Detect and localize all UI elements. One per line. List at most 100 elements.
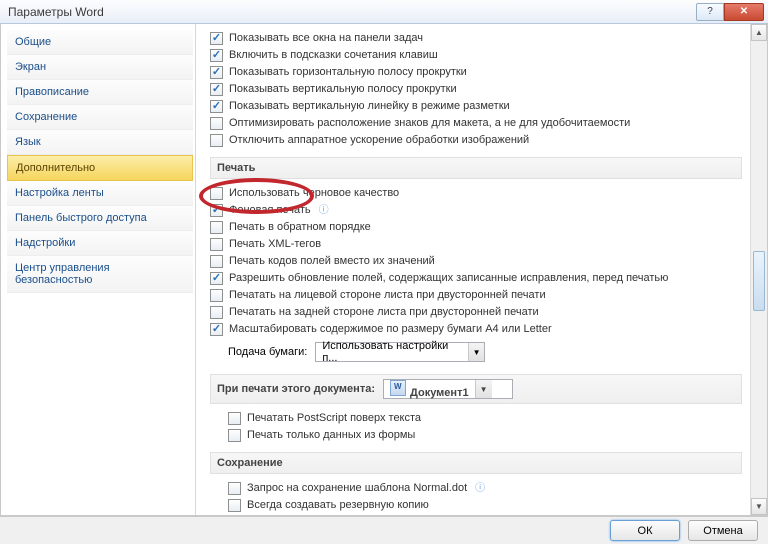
checkbox[interactable] xyxy=(210,117,223,130)
window-title: Параметры Word xyxy=(8,5,696,19)
checkbox[interactable] xyxy=(210,238,223,251)
checkbox-label: Оптимизировать расположение знаков для м… xyxy=(229,116,630,131)
section-save: Сохранение xyxy=(210,452,742,474)
checkbox-label: Масштабировать содержимое по размеру бум… xyxy=(229,322,552,337)
save-option: Всегда создавать резервную копию xyxy=(228,497,742,514)
checkbox-label: Использовать черновое качество xyxy=(229,186,399,201)
checkbox[interactable] xyxy=(210,32,223,45)
print-option: Разрешить обновление полей, содержащих з… xyxy=(210,270,742,287)
checkbox[interactable] xyxy=(210,221,223,234)
section-save-label: Сохранение xyxy=(217,457,283,469)
checkbox-label: Печать в обратном порядке xyxy=(229,220,371,235)
paper-feed-label: Подача бумаги: xyxy=(228,346,307,358)
section-print-doc: При печати этого документа: Документ1 ▼ xyxy=(210,374,742,404)
checkbox[interactable] xyxy=(210,100,223,113)
checkbox[interactable] xyxy=(210,66,223,79)
checkbox[interactable] xyxy=(210,49,223,62)
checkbox[interactable] xyxy=(228,412,241,425)
sidebar-item[interactable]: Сохранение xyxy=(7,105,193,130)
checkbox-label: Запрос на сохранение шаблона Normal.dot xyxy=(247,481,467,496)
print-option: Печать кодов полей вместо их значений xyxy=(210,253,742,270)
sidebar-item[interactable]: Надстройки xyxy=(7,231,193,256)
info-icon[interactable]: ⓘ xyxy=(475,481,485,496)
print-doc-dropdown[interactable]: Документ1 ▼ xyxy=(383,379,513,399)
help-button[interactable]: ? xyxy=(696,3,724,21)
document-icon xyxy=(390,380,406,396)
checkbox[interactable] xyxy=(228,482,241,495)
close-button[interactable]: ✕ xyxy=(724,3,764,21)
checkbox-label: Всегда создавать резервную копию xyxy=(247,498,429,513)
display-option: Отключить аппаратное ускорение обработки… xyxy=(210,132,742,149)
print-option: Масштабировать содержимое по размеру бум… xyxy=(210,321,742,338)
sidebar-item[interactable]: Экран xyxy=(7,55,193,80)
print-option: Печать в обратном порядке xyxy=(210,219,742,236)
display-option: Показывать горизонтальную полосу прокрут… xyxy=(210,64,742,81)
checkbox[interactable] xyxy=(210,255,223,268)
checkbox[interactable] xyxy=(210,134,223,147)
scroll-track[interactable] xyxy=(751,41,767,498)
display-option: Показывать вертикальную линейку в режиме… xyxy=(210,98,742,115)
print-doc-value: Документ1 xyxy=(384,380,475,399)
checkbox-label: Показывать вертикальную линейку в режиме… xyxy=(229,99,510,114)
checkbox-label: Печать XML-тегов xyxy=(229,237,321,252)
scroll-down-button[interactable]: ▼ xyxy=(751,498,767,515)
ok-button[interactable]: ОК xyxy=(610,520,680,541)
titlebar: Параметры Word ? ✕ xyxy=(0,0,768,24)
sidebar-item[interactable]: Центр управления безопасностью xyxy=(7,256,193,293)
section-print-label: Печать xyxy=(217,162,255,174)
checkbox[interactable] xyxy=(210,306,223,319)
checkbox[interactable] xyxy=(228,499,241,512)
checkbox-label: Показывать все окна на панели задач xyxy=(229,31,423,46)
checkbox[interactable] xyxy=(210,289,223,302)
checkbox-label: Печать только данных из формы xyxy=(247,428,415,443)
checkbox-label: Печатать PostScript поверх текста xyxy=(247,411,421,426)
sidebar: ОбщиеЭкранПравописаниеСохранениеЯзыкДопо… xyxy=(1,24,196,515)
checkbox-label: Разрешить обновление полей, содержащих з… xyxy=(229,271,668,286)
paper-feed-value: Использовать настройки п... xyxy=(316,340,468,364)
content-area: Показывать все окна на панели задач Включ… xyxy=(196,24,767,515)
print-option: Фоновая печать ⓘ xyxy=(210,202,742,219)
sidebar-item[interactable]: Общие xyxy=(7,30,193,55)
print-option: Печатать на задней стороне листа при дву… xyxy=(210,304,742,321)
vertical-scrollbar[interactable]: ▲ ▼ xyxy=(750,24,767,515)
window-buttons: ? ✕ xyxy=(696,3,764,21)
checkbox-label: Включить в подсказки сочетания клавиш xyxy=(229,48,438,63)
save-option: Копировать удаленные файлы на этот компь… xyxy=(228,514,742,515)
scroll-thumb[interactable] xyxy=(753,251,765,311)
checkbox-label: Показывать горизонтальную полосу прокрут… xyxy=(229,65,467,80)
info-icon[interactable]: ⓘ xyxy=(319,203,329,218)
dialog-footer: ОК Отмена xyxy=(0,516,768,544)
checkbox[interactable] xyxy=(210,187,223,200)
scroll-area: Показывать все окна на панели задач Включ… xyxy=(196,24,750,515)
paper-feed-dropdown[interactable]: Использовать настройки п... ▼ xyxy=(315,342,485,362)
checkbox-label: Фоновая печать xyxy=(229,203,311,218)
chevron-down-icon: ▼ xyxy=(475,380,492,398)
print-option: Печать XML-тегов xyxy=(210,236,742,253)
display-option: Включить в подсказки сочетания клавиш xyxy=(210,47,742,64)
scroll-up-button[interactable]: ▲ xyxy=(751,24,767,41)
paper-feed-row: Подача бумаги: Использовать настройки п.… xyxy=(210,338,742,366)
sidebar-item[interactable]: Правописание xyxy=(7,80,193,105)
checkbox[interactable] xyxy=(228,429,241,442)
checkbox[interactable] xyxy=(210,83,223,96)
checkbox[interactable] xyxy=(210,204,223,217)
display-option: Показывать вертикальную полосу прокрутки xyxy=(210,81,742,98)
sidebar-item[interactable]: Настройка ленты xyxy=(7,181,193,206)
print-option: Печатать на лицевой стороне листа при дв… xyxy=(210,287,742,304)
checkbox-label: Отключить аппаратное ускорение обработки… xyxy=(229,133,529,148)
sidebar-item[interactable]: Дополнительно xyxy=(7,155,193,181)
display-option: Показывать все окна на панели задач xyxy=(210,30,742,47)
section-print: Печать xyxy=(210,157,742,179)
checkbox[interactable] xyxy=(210,272,223,285)
checkbox-label: Показывать вертикальную полосу прокрутки xyxy=(229,82,457,97)
save-option: Запрос на сохранение шаблона Normal.dot ⓘ xyxy=(228,480,742,497)
display-option: Оптимизировать расположение знаков для м… xyxy=(210,115,742,132)
sidebar-item[interactable]: Язык xyxy=(7,130,193,155)
sidebar-item[interactable]: Панель быстрого доступа xyxy=(7,206,193,231)
chevron-down-icon: ▼ xyxy=(468,343,484,361)
checkbox[interactable] xyxy=(210,323,223,336)
cancel-button[interactable]: Отмена xyxy=(688,520,758,541)
print-doc-option: Печатать PostScript поверх текста xyxy=(228,410,742,427)
section-print-doc-label: При печати этого документа: xyxy=(217,383,375,395)
print-doc-option: Печать только данных из формы xyxy=(228,427,742,444)
